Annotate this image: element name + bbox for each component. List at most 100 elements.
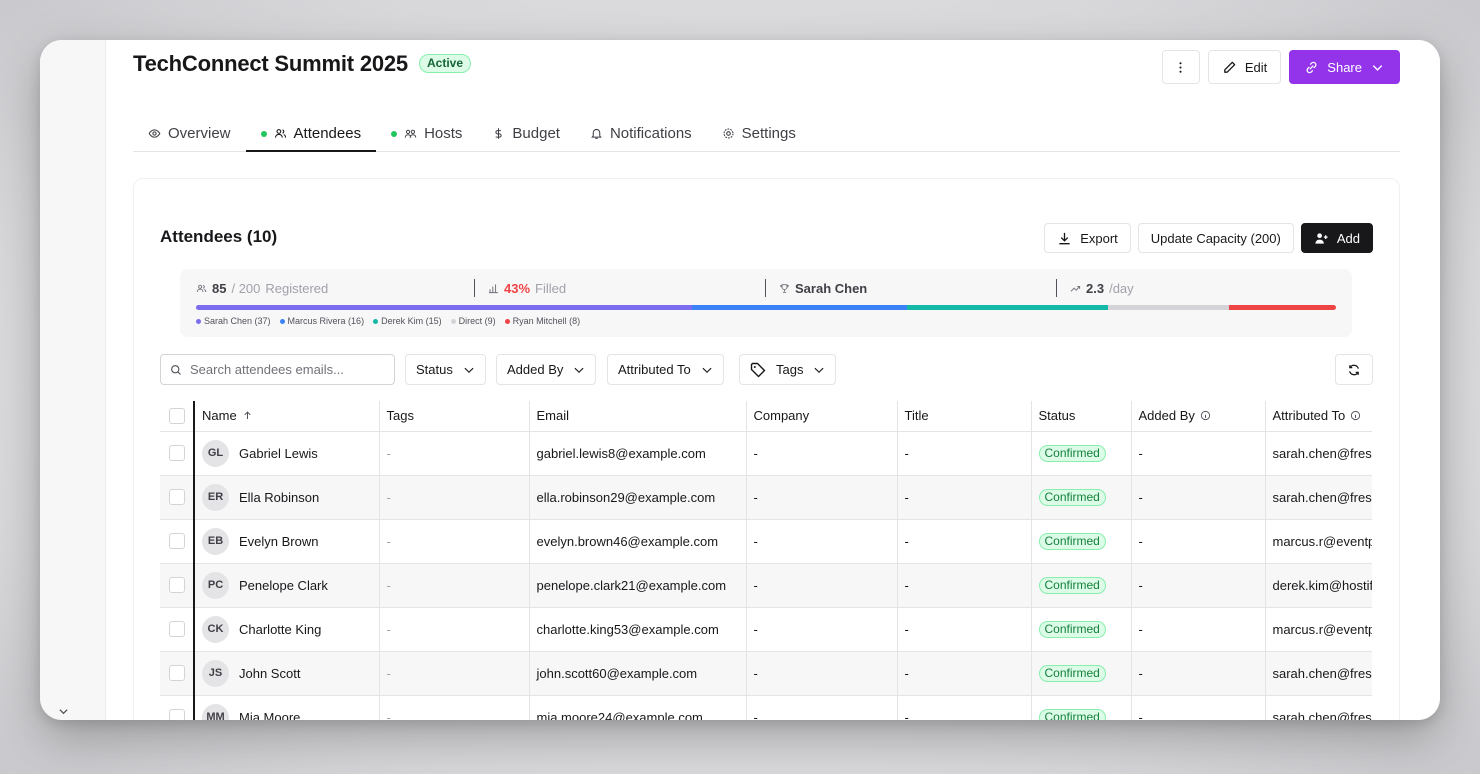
table-row[interactable]: CK Charlotte King - charlotte.king53@exampl… <box>160 607 1372 652</box>
header-added-by[interactable]: Added By <box>1131 401 1266 432</box>
table-row[interactable]: ER Ella Robinson - ella.robinson29@example.… <box>160 475 1372 520</box>
update-capacity-button[interactable]: Update Capacity (200) <box>1137 223 1294 253</box>
filled-percent: 43% <box>504 280 531 296</box>
sort-ascending-icon <box>244 411 251 420</box>
row-checkbox[interactable] <box>168 577 185 594</box>
row-checkbox[interactable] <box>168 533 185 550</box>
row-select-cell <box>160 695 195 720</box>
row-checkbox[interactable] <box>168 445 185 462</box>
chevron-down-icon[interactable] <box>54 702 72 720</box>
search-input[interactable] <box>190 362 380 377</box>
bar-chart-icon <box>489 283 498 293</box>
add-attendee-button[interactable]: Add <box>1300 223 1373 253</box>
table-row[interactable]: EB Evelyn Brown - evelyn.brown46@example.co… <box>160 519 1372 564</box>
attendee-name[interactable]: Ella Robinson <box>239 490 319 505</box>
search-icon <box>171 364 181 375</box>
eye-icon <box>148 129 161 138</box>
attributed-to-cell: sarah.chen@fres <box>1265 695 1372 720</box>
tab-budget[interactable]: Budget <box>477 116 575 151</box>
table-row[interactable]: MM Mia Moore - mia.moore24@example.com - - Con… <box>160 695 1372 720</box>
header-company[interactable]: Company <box>746 401 898 432</box>
pencil-icon <box>1224 61 1236 73</box>
attributed-to-cell: derek.kim@hostif <box>1265 563 1372 608</box>
app-window: TechConnect Summit 2025 Active Edit Shar… <box>40 40 1440 720</box>
row-checkbox[interactable] <box>168 665 185 682</box>
filled-label: Filled <box>535 280 567 296</box>
status-pill: Confirmed <box>1038 488 1106 506</box>
header-title[interactable]: Title <box>897 401 1032 432</box>
registered-count: 85 <box>212 280 227 296</box>
header-name[interactable]: Name <box>194 401 380 432</box>
avatar: EB <box>202 527 229 555</box>
row-checkbox[interactable] <box>168 489 185 506</box>
refresh-button[interactable] <box>1335 354 1373 385</box>
tab-overview[interactable]: Overview <box>133 116 246 151</box>
added-by-cell: - <box>1131 475 1266 520</box>
user-plus-icon <box>1315 232 1328 244</box>
header-label: Attributed To <box>1272 408 1346 424</box>
tab-notifications[interactable]: Notifications <box>575 116 707 151</box>
share-button[interactable]: Share <box>1289 50 1400 84</box>
header-email[interactable]: Email <box>529 401 747 432</box>
info-icon <box>1351 411 1361 421</box>
tags-filter-label: Tags <box>776 362 804 377</box>
tags-cell: - <box>379 563 530 608</box>
edit-button[interactable]: Edit <box>1207 50 1282 84</box>
tags-cell: - <box>379 475 530 520</box>
status-filter[interactable]: Status <box>405 354 486 385</box>
tags-cell: - <box>379 431 530 476</box>
legend-item: Derek Kim (15) <box>373 316 442 326</box>
attendee-name[interactable]: Charlotte King <box>239 622 321 637</box>
export-button[interactable]: Export <box>1044 223 1131 253</box>
attributed-to-filter[interactable]: Attributed To <box>607 354 724 385</box>
search-box[interactable] <box>160 354 395 385</box>
stat-divider <box>765 279 766 297</box>
header-status[interactable]: Status <box>1031 401 1132 432</box>
progress-legend: Sarah Chen (37) Marcus Rivera (16) Derek K… <box>196 316 580 326</box>
table-row[interactable]: PC Penelope Clark - penelope.clark21@exampl… <box>160 563 1372 608</box>
title-cell: - <box>897 475 1032 520</box>
title-cell: - <box>897 651 1032 696</box>
header-actions: Edit Share <box>1161 50 1400 84</box>
tab-settings[interactable]: Settings <box>707 116 811 151</box>
attributed-to-cell: marcus.r@eventp <box>1265 607 1372 652</box>
header-attributed-to[interactable]: Attributed To <box>1265 401 1372 432</box>
avatar: ER <box>202 483 229 511</box>
dollar-icon <box>495 128 502 139</box>
trending-up-icon <box>1070 285 1081 292</box>
attendee-name[interactable]: Evelyn Brown <box>239 534 318 549</box>
avatar: GL <box>202 439 229 467</box>
status-cell: Confirmed <box>1031 607 1132 652</box>
added-by-filter[interactable]: Added By <box>496 354 597 385</box>
export-button-label: Export <box>1080 230 1118 246</box>
status-cell: Confirmed <box>1031 475 1132 520</box>
row-checkbox[interactable] <box>168 709 185 720</box>
status-badge: Active <box>419 54 472 73</box>
chevron-down-icon <box>702 367 712 373</box>
registered-stat: 85 / 200 Registered <box>196 279 328 297</box>
company-cell: - <box>746 519 898 564</box>
status-pill: Confirmed <box>1038 444 1106 462</box>
legend-label: Sarah Chen (37) <box>204 316 271 326</box>
attendees-table: Name Tags Email Company Title Status Add… <box>160 401 1372 720</box>
select-all-checkbox[interactable] <box>168 408 185 425</box>
table-row[interactable]: GL Gabriel Lewis - gabriel.lewis8@example.c… <box>160 431 1372 476</box>
row-checkbox[interactable] <box>168 621 185 638</box>
attendee-name[interactable]: Mia Moore <box>239 710 300 721</box>
attendee-name[interactable]: John Scott <box>239 666 300 681</box>
attendees-table-container: Name Tags Email Company Title Status Add… <box>160 401 1372 720</box>
table-row[interactable]: JS John Scott - john.scott60@example.com - - C… <box>160 651 1372 696</box>
attendee-name[interactable]: Penelope Clark <box>239 578 328 593</box>
header-label: Status <box>1038 408 1076 424</box>
name-cell: ER Ella Robinson <box>194 475 380 520</box>
header-tags[interactable]: Tags <box>379 401 530 432</box>
tags-filter[interactable]: Tags <box>739 354 837 385</box>
more-options-button[interactable] <box>1161 50 1200 84</box>
tab-hosts[interactable]: Hosts <box>376 116 477 151</box>
table-header-row: Name Tags Email Company Title Status Add… <box>160 401 1372 432</box>
status-pill: Confirmed <box>1038 576 1106 594</box>
attendee-name[interactable]: Gabriel Lewis <box>239 446 318 461</box>
legend-dot <box>450 318 456 324</box>
tab-attendees[interactable]: Attendees <box>245 116 377 152</box>
chevron-down-icon <box>464 367 474 373</box>
